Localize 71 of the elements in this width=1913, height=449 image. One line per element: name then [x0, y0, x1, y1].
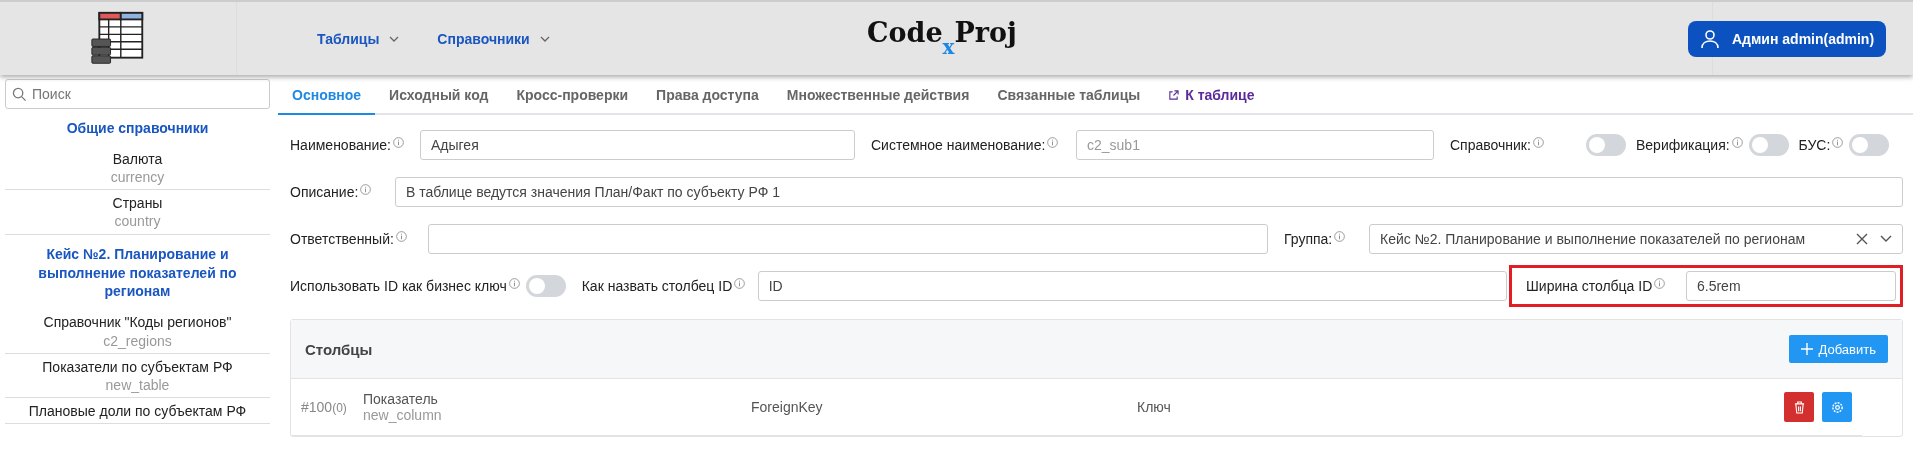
- column-name: Показатель new_column: [363, 391, 443, 423]
- sidebar-item[interactable]: Валюта currency: [5, 145, 270, 191]
- toggle-switch[interactable]: [525, 274, 566, 297]
- field-label: Использовать ID как бизнес ключ: [290, 277, 507, 294]
- table-link[interactable]: К таблице: [1154, 77, 1269, 115]
- external-link-icon: [1168, 89, 1180, 101]
- settings-button[interactable]: [1822, 392, 1852, 422]
- field-label: Верификация:: [1636, 136, 1730, 153]
- info-icon: [360, 183, 372, 195]
- trash-icon: [1793, 400, 1805, 414]
- brand-title: Code: [867, 16, 943, 48]
- responsible-field[interactable]: [428, 223, 1268, 254]
- tab[interactable]: Исходный код: [375, 77, 503, 115]
- group-heading: Кейс №2. Планирование и выполнение показателей по регионам: [37, 244, 238, 302]
- description-field[interactable]: В таблице ведутся значения План/Факт по субъекту РФ 1: [395, 176, 1903, 207]
- user-button[interactable]: Админ admin(admin): [1688, 20, 1887, 57]
- field-label: Системное наименование:: [871, 136, 1046, 153]
- search-field[interactable]: Поиск: [5, 79, 270, 109]
- search-icon: [12, 87, 27, 102]
- info-icon: [1654, 277, 1666, 289]
- info-icon: [508, 277, 520, 289]
- info-icon: [1532, 136, 1544, 148]
- info-icon: [1047, 136, 1059, 148]
- sidebar-item[interactable]: Страны country: [5, 190, 270, 235]
- nav-menu[interactable]: Таблицы: [317, 30, 400, 47]
- name-field[interactable]: Адыгея: [420, 129, 855, 160]
- toggle-switch[interactable]: [1849, 133, 1890, 156]
- info-icon: [395, 230, 407, 242]
- id-column-width-field[interactable]: 6.5rem: [1686, 270, 1896, 301]
- column-type: ForeignKey: [751, 399, 824, 415]
- nav-menu[interactable]: Справочники: [437, 30, 550, 47]
- sidebar-item[interactable]: Плановые доли по субъектам РФ: [5, 398, 270, 425]
- field-label: Ширина столбца ID: [1526, 277, 1653, 294]
- card-title: Столбцы: [305, 340, 373, 358]
- column-number: #100(0): [301, 399, 348, 415]
- info-icon: [1832, 136, 1844, 148]
- chevron-down-icon: [389, 35, 400, 42]
- field-label: Наименование:: [290, 136, 391, 153]
- group-select[interactable]: Кейс №2. Планирование и выполнение показателей по регионам: [1369, 223, 1903, 254]
- tab[interactable]: Права доступа: [642, 77, 773, 115]
- column-kind: Ключ: [1137, 399, 1172, 415]
- tab[interactable]: Множественные действия: [772, 77, 984, 115]
- plus-icon: [1800, 343, 1813, 355]
- toggle-switch[interactable]: [1748, 133, 1789, 156]
- clear-icon[interactable]: [1856, 232, 1868, 245]
- tab[interactable]: Связанные таблицы: [983, 77, 1155, 115]
- settings-icon: [1830, 400, 1844, 414]
- brand-title: Proj: [954, 16, 1017, 48]
- field-label: Справочник:: [1450, 136, 1531, 153]
- field-label: Описание:: [290, 183, 359, 200]
- sidebar-item[interactable]: Справочник "Коды регионов" c2_regions: [5, 309, 270, 354]
- delete-button[interactable]: [1784, 392, 1814, 422]
- chevron-down-icon: [539, 35, 550, 42]
- field-label: БУС:: [1798, 136, 1831, 153]
- info-icon: [392, 136, 404, 148]
- group-heading: Общие справочники: [65, 119, 210, 138]
- info-icon: [1334, 230, 1346, 242]
- info-icon: [1731, 136, 1743, 148]
- toggle-switch[interactable]: [1586, 133, 1626, 156]
- chevron-down-icon[interactable]: [1880, 234, 1892, 243]
- field-label: Ответственный:: [290, 230, 394, 247]
- field-label: Как назвать столбец ID: [581, 277, 733, 294]
- field-label: Группа:: [1284, 230, 1333, 247]
- tab[interactable]: Основное: [278, 77, 376, 115]
- user-icon: [1700, 28, 1720, 49]
- info-icon: [734, 277, 746, 289]
- brand-mark: x: [942, 34, 955, 59]
- id-column-name-field[interactable]: ID: [757, 270, 1507, 301]
- tab[interactable]: Кросс-проверки: [502, 77, 643, 115]
- spreadsheet-logo-icon: [90, 10, 146, 67]
- sidebar-item[interactable]: Показатели по субъектам РФ new_table: [5, 353, 270, 399]
